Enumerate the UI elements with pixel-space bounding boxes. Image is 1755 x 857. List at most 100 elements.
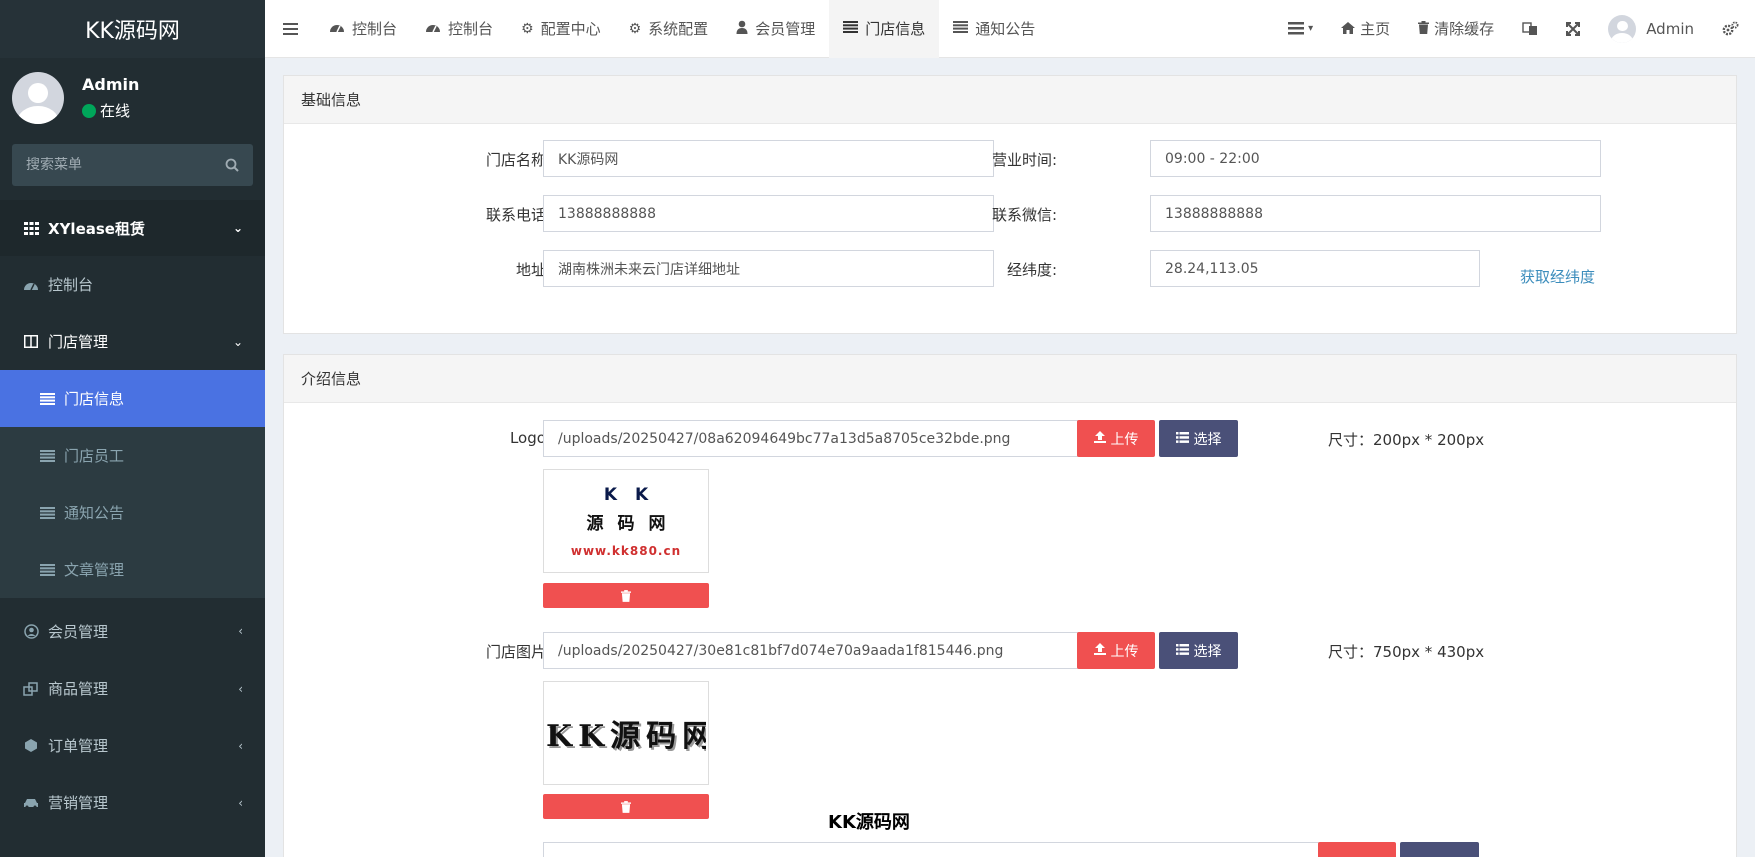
- sidebar-item-label: 通知公告: [64, 504, 125, 522]
- sidebar-item-notices[interactable]: 通知公告: [0, 484, 265, 541]
- trash-icon: [621, 800, 631, 813]
- logo-text-line: KK: [603, 484, 667, 505]
- menu-search-input[interactable]: [26, 157, 206, 173]
- sidebar-item-orders[interactable]: 订单管理 ‹: [0, 717, 265, 774]
- tab-members[interactable]: 会员管理: [722, 0, 829, 58]
- tab-dashboard-1[interactable]: 控制台: [315, 0, 411, 58]
- user-panel: Admin 在线: [0, 58, 265, 138]
- get-coords-link[interactable]: 获取经纬度: [1520, 266, 1595, 287]
- tab-label: 系统配置: [648, 20, 709, 38]
- chevron-down-icon: ⌄: [232, 334, 243, 349]
- user-icon: [736, 20, 748, 38]
- store-image-path-input[interactable]: /uploads/20250427/30e81c81bf7d074e70a9aa…: [543, 632, 1078, 669]
- store-image-upload-button[interactable]: 上传: [1077, 632, 1155, 669]
- home-link[interactable]: 主页: [1327, 0, 1404, 58]
- gear-icon: ⚙: [521, 20, 534, 37]
- store-image-label: 门店图片:: [485, 643, 551, 661]
- select-label: 选择: [1193, 431, 1222, 448]
- sidebar-menu: XYlease租赁 ⌄ 控制台 门店管理 ⌄ 门店信息 门店员工 通知公告 文章…: [0, 200, 265, 831]
- list-icon: [953, 20, 969, 37]
- sidebar-toggle-button[interactable]: [265, 0, 315, 58]
- sidebar-item-marketing[interactable]: 营销管理 ‹: [0, 774, 265, 831]
- dashboard-icon: [22, 279, 40, 291]
- logo-upload-button[interactable]: 上传: [1077, 420, 1155, 457]
- tab-notices[interactable]: 通知公告: [939, 0, 1049, 58]
- list-icon: [843, 20, 859, 37]
- store-image-preview[interactable]: KK源码网: [543, 681, 709, 785]
- coords-label: 经纬度:: [1006, 261, 1057, 279]
- logo-path-input[interactable]: /uploads/20250427/08a62094649bc77a13d5a8…: [543, 420, 1078, 457]
- intro-info-panel: 介绍信息 Logo: /uploads/20250427/08a62094649…: [283, 354, 1737, 857]
- sidebar-item-label: 营销管理: [48, 794, 109, 812]
- clear-cache-button[interactable]: 清除缓存: [1404, 0, 1508, 58]
- store-image-select-button[interactable]: 选择: [1159, 632, 1238, 669]
- logo-preview-image[interactable]: KK 源码网 www.kk880.cn: [543, 469, 709, 573]
- fullscreen-button[interactable]: [1552, 0, 1594, 58]
- language-toggle-button[interactable]: [1508, 0, 1552, 58]
- chevron-left-icon: ‹: [238, 681, 243, 696]
- user-status-label: 在线: [100, 102, 131, 120]
- sidebar-item-goods[interactable]: 商品管理 ‹: [0, 660, 265, 717]
- business-hours-label: 营业时间:: [991, 151, 1057, 169]
- tab-label: 控制台: [352, 20, 398, 38]
- sidebar-item-label: 门店管理: [48, 333, 109, 351]
- sidebar-item-label: 会员管理: [48, 622, 109, 641]
- sidebar-item-dashboard[interactable]: 控制台: [0, 256, 265, 313]
- coords-input[interactable]: 28.24,113.05: [1150, 250, 1480, 287]
- columns-icon: [22, 335, 40, 348]
- chevron-left-icon: ‹: [238, 624, 243, 638]
- next-select-button[interactable]: [1400, 842, 1479, 857]
- dashboard-icon: [425, 21, 441, 37]
- avatar: [12, 72, 64, 124]
- brand-logo[interactable]: KK源码网: [0, 0, 265, 58]
- clear-cache-label: 清除缓存: [1434, 20, 1495, 38]
- tab-label: 控制台: [448, 20, 494, 38]
- tab-label: 配置中心: [540, 20, 601, 38]
- list-icon: [38, 392, 56, 405]
- tab-label: 通知公告: [975, 20, 1036, 38]
- clone-icon: [22, 681, 40, 696]
- next-path-input[interactable]: [543, 842, 1319, 857]
- tabs-dropdown-button[interactable]: ▾: [1274, 0, 1327, 58]
- business-hours-input[interactable]: 09:00 - 22:00: [1150, 140, 1601, 177]
- avatar: [1608, 14, 1637, 43]
- search-icon[interactable]: [225, 158, 239, 172]
- sidebar-item-articles[interactable]: 文章管理: [0, 541, 265, 598]
- store-image-delete-button[interactable]: [543, 794, 709, 819]
- user-circle-icon: [22, 623, 40, 639]
- tab-config-center[interactable]: ⚙ 配置中心: [507, 0, 615, 58]
- sidebar-item-label: 文章管理: [64, 561, 125, 579]
- logo-label: Logo:: [509, 429, 551, 447]
- sidebar-item-members[interactable]: 会员管理 ‹: [0, 602, 265, 660]
- tab-store-info[interactable]: 门店信息: [829, 0, 940, 58]
- list-icon: [38, 506, 56, 519]
- sidebar-item-store-staff[interactable]: 门店员工: [0, 427, 265, 484]
- user-menu[interactable]: Admin: [1594, 0, 1708, 58]
- select-label: 选择: [1193, 643, 1222, 660]
- list-icon: [38, 563, 56, 576]
- user-name: Admin: [82, 75, 140, 94]
- list-icon: [1175, 643, 1189, 658]
- sidebar-item-store-info[interactable]: 门店信息: [0, 370, 265, 427]
- wechat-input[interactable]: 13888888888: [1150, 195, 1601, 232]
- dashboard-icon: [329, 21, 345, 37]
- sidebar-item-store-management[interactable]: 门店管理 ⌄: [0, 313, 265, 370]
- chevron-down-icon: ⌄: [232, 221, 243, 235]
- logo-delete-button[interactable]: [543, 583, 709, 608]
- settings-button[interactable]: [1708, 0, 1755, 58]
- sidebar-item-label: 门店信息: [64, 390, 125, 408]
- user-menu-name: Admin: [1646, 19, 1694, 38]
- address-label: 地址:: [515, 261, 551, 279]
- next-upload-button[interactable]: [1318, 842, 1396, 857]
- user-status: 在线: [82, 100, 139, 121]
- cube-icon: [22, 738, 40, 753]
- menu-section-xylease[interactable]: XYlease租赁 ⌄: [0, 200, 265, 256]
- caret-down-icon: ▾: [1308, 23, 1314, 34]
- tab-system-config[interactable]: ⚙ 系统配置: [615, 0, 723, 58]
- logo-select-button[interactable]: 选择: [1159, 420, 1238, 457]
- tab-dashboard-2[interactable]: 控制台: [411, 0, 507, 58]
- phone-label: 联系电话:: [485, 206, 551, 224]
- expand-icon: [1566, 21, 1581, 36]
- top-navbar: 控制台 控制台 ⚙ 配置中心 ⚙ 系统配置 会员管理 门店信息 通知公告 ▾ 主…: [265, 0, 1755, 58]
- list-icon: [1288, 22, 1305, 35]
